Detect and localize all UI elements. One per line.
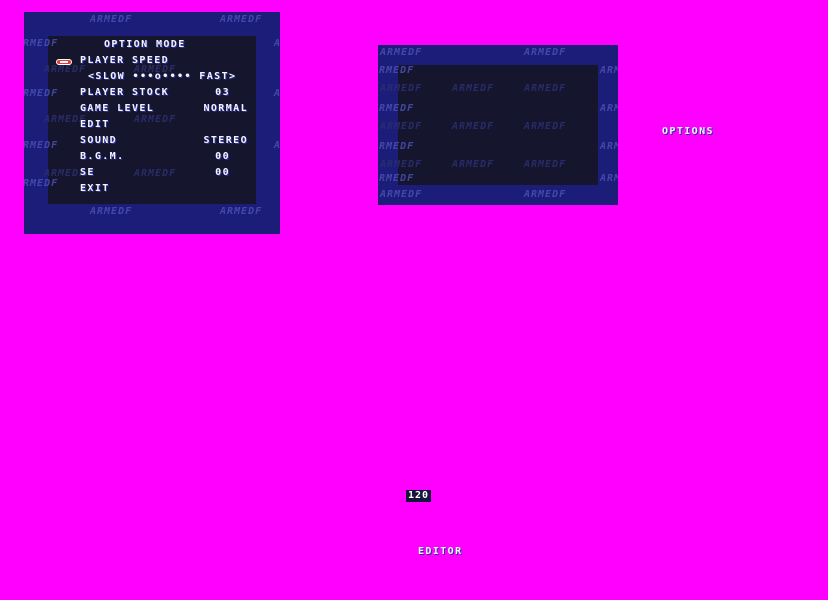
option-menu-title: OPTION MODE bbox=[104, 39, 186, 50]
menu-item-player-speed[interactable]: PLAYER SPEED bbox=[80, 53, 169, 69]
watermark-logo: ARMEDF bbox=[24, 88, 59, 99]
watermark-logo: ARMEDF bbox=[600, 173, 618, 184]
menu-item-game-level[interactable]: GAME LEVEL bbox=[80, 101, 154, 117]
watermark-logo: ARMEDF bbox=[600, 103, 618, 114]
watermark-logo: ARMEDF bbox=[220, 14, 263, 25]
watermark-logo: ARMEDF bbox=[524, 47, 567, 58]
game-level-value: NORMAL bbox=[203, 103, 248, 114]
watermark-logo: ARMEDF bbox=[600, 65, 618, 76]
watermark-logo: ARMEDF bbox=[24, 140, 59, 151]
se-value: 00 bbox=[215, 167, 230, 178]
counter-label: 120 bbox=[406, 490, 432, 502]
bgm-value: 00 bbox=[215, 151, 230, 162]
options-label: OPTIONS bbox=[662, 126, 714, 137]
player-stock-value: 03 bbox=[215, 87, 230, 98]
menu-item-bgm[interactable]: B.G.M. bbox=[80, 149, 125, 165]
empty-panel-inner bbox=[398, 65, 598, 185]
watermark-logo: ARMEDF bbox=[600, 141, 618, 152]
editor-label: EDITOR bbox=[418, 546, 463, 557]
watermark-logo: ARMEDF bbox=[274, 88, 280, 99]
watermark-logo: ARMEDF bbox=[24, 38, 59, 49]
watermark-logo: ARMEDF bbox=[452, 159, 495, 170]
watermark-logo: ARMEDF bbox=[380, 83, 423, 94]
watermark-logo: ARMEDF bbox=[380, 189, 423, 200]
watermark-logo: ARMEDF bbox=[452, 83, 495, 94]
watermark-logo: ARMEDF bbox=[524, 159, 567, 170]
menu-item-exit[interactable]: EXIT bbox=[80, 181, 110, 197]
watermark-logo: ARMEDF bbox=[378, 173, 415, 184]
watermark-logo: ARMEDF bbox=[378, 65, 415, 76]
menu-item-edit[interactable]: EDIT bbox=[80, 117, 110, 133]
watermark-logo: ARMEDF bbox=[378, 141, 415, 152]
menu-item-sound[interactable]: SOUND bbox=[80, 133, 117, 149]
watermark-logo: ARMEDF bbox=[274, 140, 280, 151]
watermark-logo: ARMEDF bbox=[380, 159, 423, 170]
speed-slider[interactable]: <SLOW •••o•••• FAST> bbox=[88, 69, 236, 85]
watermark-logo: ARMEDF bbox=[220, 206, 263, 217]
watermark-logo: ARMEDF bbox=[380, 47, 423, 58]
watermark-logo: ARMEDF bbox=[524, 83, 567, 94]
ship-cursor-icon bbox=[56, 59, 72, 65]
watermark-logo: ARMEDF bbox=[380, 121, 423, 132]
watermark-logo: ARMEDF bbox=[90, 206, 133, 217]
watermark-logo: ARMEDF bbox=[524, 121, 567, 132]
empty-panel: ARMEDF ARMEDF ARMEDF ARMEDF ARMEDF ARMEDF ARME… bbox=[378, 45, 618, 205]
watermark-logo: ARMEDF bbox=[24, 178, 59, 189]
watermark-logo: ARMEDF bbox=[452, 121, 495, 132]
watermark-logo: ARMEDF bbox=[378, 103, 415, 114]
watermark-logo: ARMEDF bbox=[524, 189, 567, 200]
sound-value: STEREO bbox=[203, 135, 248, 146]
watermark-logo: ARMEDF bbox=[274, 38, 280, 49]
menu-item-se[interactable]: SE bbox=[80, 165, 95, 181]
watermark-logo: ARMEDF bbox=[90, 14, 133, 25]
